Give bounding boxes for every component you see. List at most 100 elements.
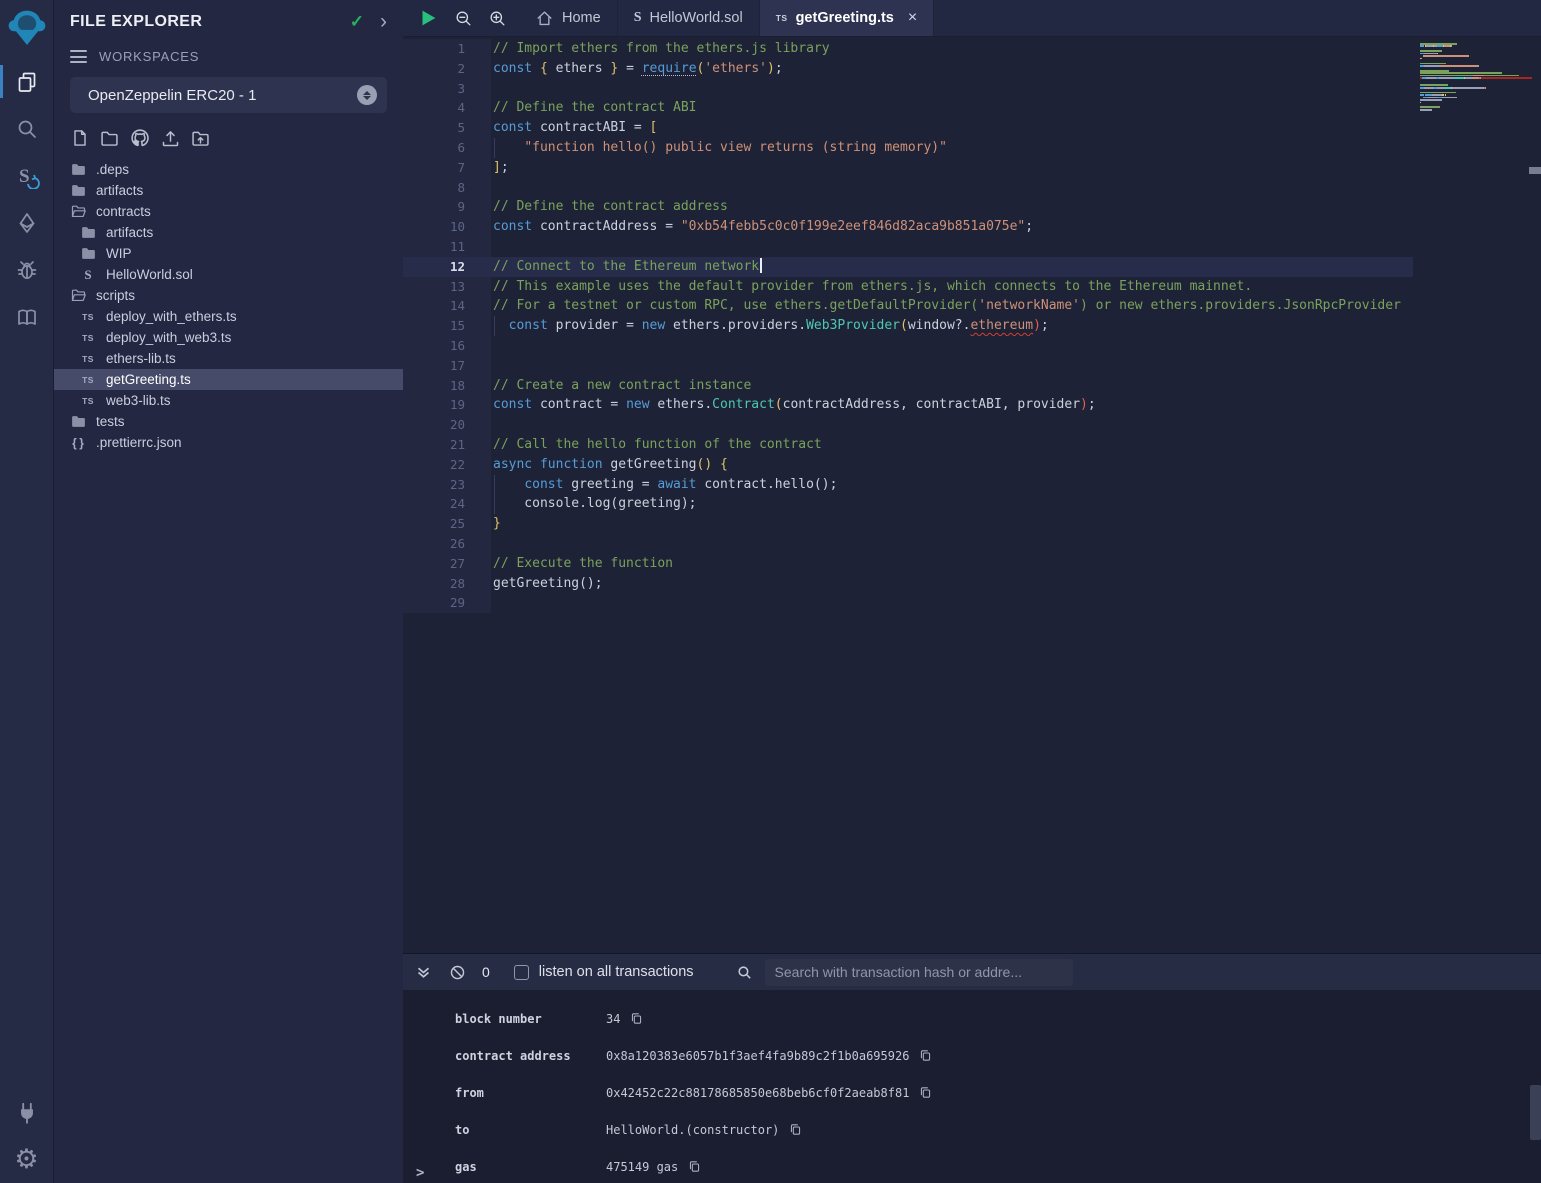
editor-scrollbar-thumb[interactable] (1529, 167, 1541, 174)
code-line-16[interactable]: 16 (403, 336, 1413, 356)
terminal-collapse-icon[interactable] (415, 964, 432, 981)
code-line-12[interactable]: 12// Connect to the Ethereum network (403, 257, 1413, 277)
tree-item-artifacts[interactable]: artifacts (54, 222, 403, 243)
tree-item-HelloWorld.sol[interactable]: SHelloWorld.sol (54, 264, 403, 285)
code-line-5[interactable]: 5const contractABI = [ (403, 118, 1413, 138)
code-line-27[interactable]: 27// Execute the function (403, 554, 1413, 574)
line-number: 2 (403, 59, 491, 79)
clear-console-icon[interactable] (449, 964, 466, 981)
minimap-line (1420, 104, 1532, 106)
minimap-line (1420, 70, 1532, 72)
upload-folder-icon[interactable] (190, 128, 211, 149)
code-text: // Define the contract address (491, 197, 1413, 217)
tree-item-artifacts[interactable]: artifacts (54, 180, 403, 201)
zoom-out-icon[interactable] (454, 9, 473, 28)
code-line-20[interactable]: 20 (403, 415, 1413, 435)
workspace-dropdown-icon[interactable] (357, 85, 377, 105)
run-script-icon[interactable] (417, 7, 439, 29)
code-line-9[interactable]: 9// Define the contract address (403, 197, 1413, 217)
solidity-compiler-icon[interactable]: S (0, 152, 54, 199)
zoom-in-icon[interactable] (488, 9, 507, 28)
workspace-select[interactable]: OpenZeppelin ERC20 - 1 (70, 77, 387, 113)
tutorials-icon[interactable] (0, 293, 54, 340)
code-line-15[interactable]: 15 const provider = new ethers.providers… (403, 316, 1413, 336)
search-icon[interactable] (0, 105, 54, 152)
json-file-icon: { } (68, 436, 88, 450)
code-line-11[interactable]: 11 (403, 237, 1413, 257)
tab-HelloWorld.sol[interactable]: SHelloWorld.sol (618, 0, 760, 36)
code-line-19[interactable]: 19const contract = new ethers.Contract(c… (403, 395, 1413, 415)
code-line-22[interactable]: 22async function getGreeting() { (403, 455, 1413, 475)
code-line-17[interactable]: 17 (403, 356, 1413, 376)
close-icon[interactable]: × (908, 9, 917, 27)
upload-file-icon[interactable] (160, 128, 181, 149)
code-text: getGreeting(); (491, 574, 1413, 594)
code-line-28[interactable]: 28getGreeting(); (403, 574, 1413, 594)
tab-getGreeting.ts[interactable]: TSgetGreeting.ts× (760, 0, 935, 36)
hamburger-menu-icon[interactable] (70, 48, 87, 65)
code-line-25[interactable]: 25} (403, 514, 1413, 534)
file-explorer-icon[interactable] (0, 58, 54, 105)
tree-item-ethers-lib.ts[interactable]: TSethers-lib.ts (54, 348, 403, 369)
line-number: 4 (403, 98, 491, 118)
code-line-21[interactable]: 21// Call the hello function of the cont… (403, 435, 1413, 455)
remix-logo-icon[interactable] (0, 0, 54, 58)
copy-icon[interactable] (918, 1048, 933, 1063)
code-editor[interactable]: 1// Import ethers from the ethers.js lib… (403, 37, 1541, 953)
debugger-icon[interactable] (0, 246, 54, 293)
code-text (491, 415, 1413, 435)
line-number: 1 (403, 39, 491, 59)
copy-icon[interactable] (918, 1085, 933, 1100)
settings-icon[interactable]: ⚙ (0, 1136, 54, 1183)
tree-item-WIP[interactable]: WIP (54, 243, 403, 264)
tree-item-deploy_with_ethers.ts[interactable]: TSdeploy_with_ethers.ts (54, 306, 403, 327)
tree-item-.deps[interactable]: .deps (54, 159, 403, 180)
terminal-scrollbar-thumb[interactable] (1530, 1085, 1541, 1140)
tab-Home[interactable]: Home (519, 0, 618, 36)
ts-file-icon: TS (78, 333, 98, 343)
code-line-26[interactable]: 26 (403, 534, 1413, 554)
new-file-icon[interactable] (70, 128, 90, 148)
listen-checkbox[interactable] (514, 965, 529, 980)
code-text (491, 336, 1413, 356)
code-line-13[interactable]: 13// This example uses the default provi… (403, 277, 1413, 297)
code-line-2[interactable]: 2const { ethers } = require('ethers'); (403, 59, 1413, 79)
copy-icon[interactable] (629, 1011, 644, 1026)
code-line-6[interactable]: 6 "function hello() public view returns … (403, 138, 1413, 158)
terminal-search-input[interactable] (765, 959, 1073, 986)
workspace-name: OpenZeppelin ERC20 - 1 (88, 87, 357, 104)
copy-icon[interactable] (687, 1159, 702, 1174)
panel-title: FILE EXPLORER (70, 13, 350, 31)
tree-item-contracts[interactable]: contracts (54, 201, 403, 222)
code-line-23[interactable]: 23 const greeting = await contract.hello… (403, 475, 1413, 495)
tree-item-scripts[interactable]: scripts (54, 285, 403, 306)
terminal-prompt[interactable]: > (416, 1165, 424, 1181)
code-line-18[interactable]: 18// Create a new contract instance (403, 376, 1413, 396)
tree-item-.prettierrc.json[interactable]: { }.prettierrc.json (54, 432, 403, 453)
code-line-3[interactable]: 3 (403, 79, 1413, 99)
code-text: // For a testnet or custom RPC, use ethe… (491, 296, 1413, 316)
code-text (491, 79, 1413, 99)
code-line-1[interactable]: 1// Import ethers from the ethers.js lib… (403, 39, 1413, 59)
tree-item-web3-lib.ts[interactable]: TSweb3-lib.ts (54, 390, 403, 411)
copy-icon[interactable] (788, 1122, 803, 1137)
github-icon[interactable] (129, 127, 151, 149)
code-line-7[interactable]: 7]; (403, 158, 1413, 178)
tree-item-deploy_with_web3.ts[interactable]: TSdeploy_with_web3.ts (54, 327, 403, 348)
minimap[interactable] (1420, 38, 1532, 114)
code-line-29[interactable]: 29 (403, 593, 1413, 613)
code-line-10[interactable]: 10const contractAddress = "0xb54febb5c0c… (403, 217, 1413, 237)
line-number: 7 (403, 158, 491, 178)
plugin-manager-icon[interactable] (0, 1089, 54, 1136)
deploy-and-run-icon[interactable] (0, 199, 54, 246)
code-line-14[interactable]: 14// For a testnet or custom RPC, use et… (403, 296, 1413, 316)
code-line-8[interactable]: 8 (403, 178, 1413, 198)
check-icon[interactable]: ✓ (350, 12, 364, 32)
code-line-24[interactable]: 24 console.log(greeting); (403, 494, 1413, 514)
tree-item-label: WIP (106, 246, 132, 261)
tree-item-tests[interactable]: tests (54, 411, 403, 432)
code-line-4[interactable]: 4// Define the contract ABI (403, 98, 1413, 118)
tree-item-getGreeting.ts[interactable]: TSgetGreeting.ts (54, 369, 403, 390)
chevron-right-icon[interactable]: › (380, 15, 387, 29)
new-folder-icon[interactable] (99, 128, 120, 149)
